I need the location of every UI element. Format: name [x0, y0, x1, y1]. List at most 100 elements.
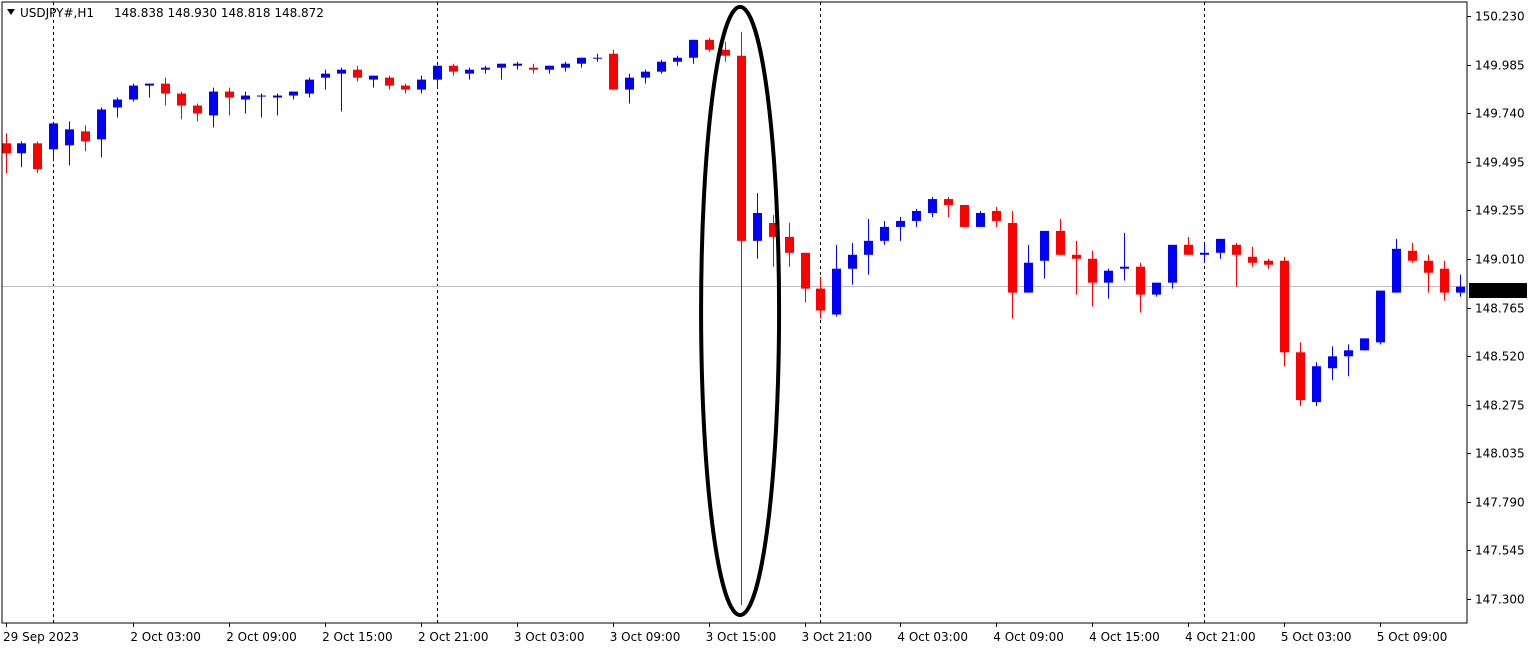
candle: [209, 87, 218, 128]
candle: [609, 49, 618, 90]
candle-body: [241, 95, 250, 100]
candle: [81, 125, 90, 152]
candle: [465, 67, 474, 80]
x-tick-label: 4 Oct 03:00: [897, 630, 968, 644]
candle-body: [1248, 256, 1257, 263]
candle-body: [1104, 270, 1113, 283]
candle: [545, 65, 554, 74]
candle-body: [801, 252, 810, 289]
candle-body: [513, 63, 522, 66]
x-tick-label: 2 Oct 09:00: [226, 630, 297, 644]
x-tick-label: 2 Oct 03:00: [130, 630, 201, 644]
candle-body: [401, 85, 410, 90]
y-tick-label: 149.985: [1475, 59, 1525, 73]
candle: [1104, 268, 1113, 299]
candle: [497, 63, 506, 80]
candle: [705, 37, 714, 52]
chart-window[interactable]: 150.230 149.985 149.740 149.495 149.255 149.0…: [0, 0, 1532, 649]
candle-body: [1232, 244, 1241, 255]
candle-body: [1072, 254, 1081, 259]
candle-body: [1040, 230, 1049, 261]
candle-body: [1136, 266, 1145, 295]
candle-body: [209, 91, 218, 116]
candle-body: [1408, 250, 1417, 261]
candle: [97, 107, 106, 158]
candle: [1008, 210, 1017, 319]
candle-body: [880, 226, 889, 241]
candle-body: [641, 71, 650, 78]
y-tick-label: 147.545: [1475, 544, 1525, 558]
candle: [1200, 242, 1209, 263]
candle-body: [593, 57, 602, 59]
candle-body: [816, 288, 825, 311]
candle-body: [81, 131, 90, 142]
candle: [832, 244, 841, 317]
candle-body: [449, 65, 458, 72]
candle-body: [785, 236, 794, 253]
candle: [1440, 260, 1449, 301]
collapse-triangle-icon[interactable]: [7, 9, 15, 15]
candle: [1312, 362, 1321, 407]
candle: [641, 69, 650, 84]
candle: [912, 209, 921, 227]
x-tick-label: 4 Oct 15:00: [1089, 630, 1160, 644]
candle: [1056, 218, 1065, 255]
candle: [673, 55, 682, 66]
candle: [689, 39, 698, 64]
candle: [1184, 236, 1193, 255]
candle: [1232, 242, 1241, 287]
candle-body: [960, 205, 969, 227]
candle: [1040, 230, 1049, 279]
candle-body: [689, 39, 698, 58]
candle: [1456, 274, 1465, 297]
x-tick-label: 3 Oct 03:00: [514, 630, 585, 644]
candle: [369, 75, 378, 88]
candle-body: [1088, 258, 1097, 283]
y-tick-label: 150.230: [1475, 10, 1525, 24]
candle: [417, 75, 426, 94]
candle: [305, 77, 314, 98]
candle-body: [497, 63, 506, 68]
candle-body: [864, 240, 873, 255]
candle: [992, 207, 1001, 227]
x-tick-label: 29 Sep 2023: [3, 630, 79, 644]
candle-body: [321, 73, 330, 78]
candle: [177, 91, 186, 120]
candle-body: [65, 129, 74, 146]
candlestick-chart[interactable]: 150.230 149.985 149.740 149.495 149.255 149.0…: [0, 0, 1532, 649]
x-tick-label: 2 Oct 15:00: [322, 630, 393, 644]
candle: [1120, 232, 1129, 281]
current-price-label: 148.872: [1469, 283, 1527, 298]
candle-body: [1024, 262, 1033, 293]
candle: [1264, 258, 1273, 269]
candle-body: [705, 39, 714, 50]
candle: [1152, 282, 1161, 297]
candle-body: [848, 254, 857, 269]
candle: [321, 69, 330, 90]
candle-body: [1184, 244, 1193, 255]
candle: [353, 65, 362, 82]
candle-body: [33, 143, 42, 170]
candle: [433, 65, 442, 88]
candle: [944, 197, 953, 217]
candle: [1360, 338, 1369, 351]
candle-body: [1456, 286, 1465, 293]
candle: [193, 103, 202, 122]
candle: [737, 31, 746, 606]
candle-body: [97, 109, 106, 140]
candle: [65, 121, 74, 166]
candle-body: [129, 85, 138, 100]
candle: [1392, 238, 1401, 293]
candle: [657, 59, 666, 74]
candle: [880, 220, 889, 245]
candle: [1248, 246, 1257, 267]
candle-body: [832, 268, 841, 315]
y-tick-label: 149.255: [1475, 204, 1525, 218]
current-price-label-text: 148.872: [1474, 284, 1524, 298]
candle-body: [113, 99, 122, 108]
candle: [337, 67, 346, 112]
x-tick-label: 5 Oct 03:00: [1281, 630, 1352, 644]
candle-body: [944, 199, 953, 206]
candle-body: [928, 199, 937, 213]
candle: [1088, 250, 1097, 307]
